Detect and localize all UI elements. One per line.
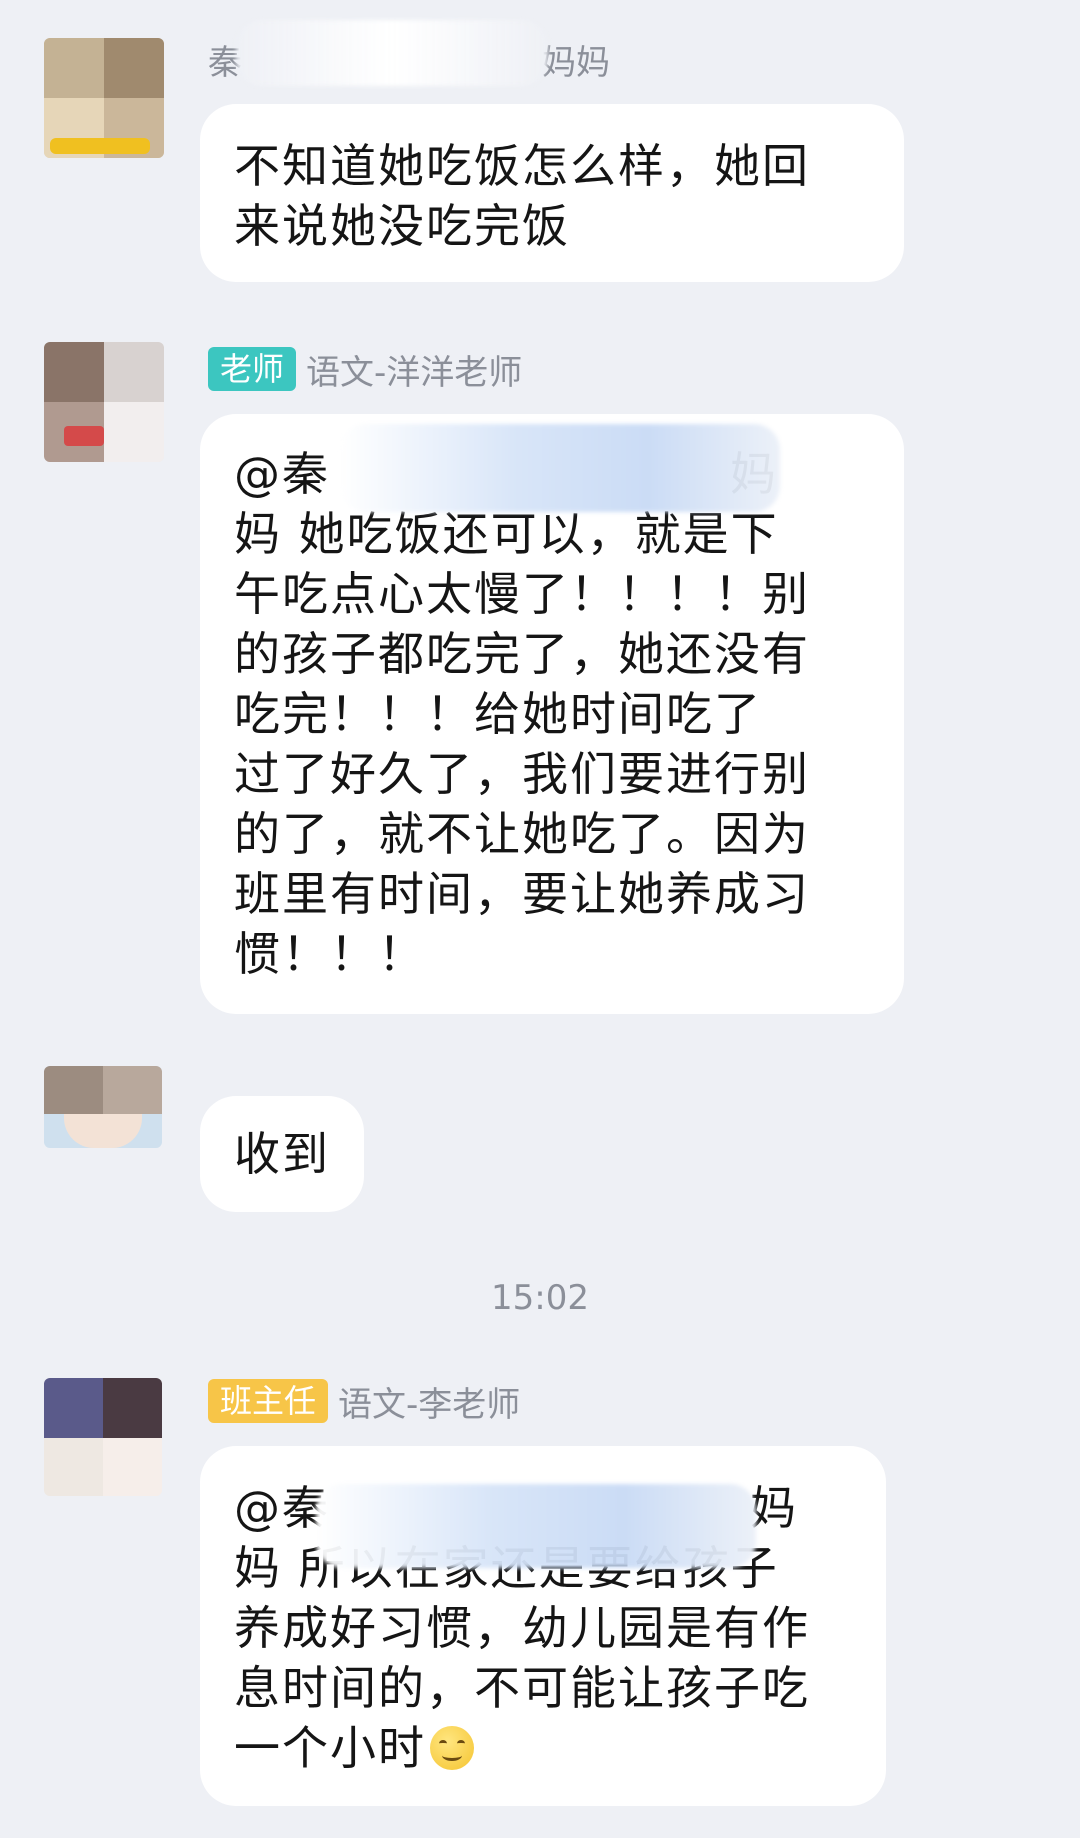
message-line: 的孩子都吃完了，她还没有 <box>234 627 810 681</box>
avatar[interactable] <box>44 1066 162 1148</box>
message-line: 班里有时间，要让她养成习 <box>234 867 810 921</box>
message-line: 息时间的，不可能让孩子吃 <box>234 1661 810 1715</box>
message-bubble[interactable]: 不知道她吃饭怎么样，她回 来说她没吃完饭 <box>200 104 904 282</box>
name-redaction <box>236 20 548 86</box>
message-line: 来说她没吃完饭 <box>234 199 570 253</box>
sender-name: 班主任 语文-李老师 <box>208 1378 521 1425</box>
sender-name-suffix: 妈妈 <box>542 42 610 83</box>
message-line-last: 一个小时 <box>234 1718 852 1778</box>
message-line: 惯！！！ <box>234 927 426 981</box>
message-line: 吃完！！！给她时间吃了 <box>234 687 762 741</box>
sender-name: 老师 语文-洋洋老师 <box>208 346 523 393</box>
message-line: 养成好习惯，幼儿园是有作 <box>234 1601 810 1655</box>
role-badge: 老师 <box>208 347 297 391</box>
message-line: 过了好久了，我们要进行别 <box>234 747 810 801</box>
sender-name-text: 语文-洋洋老师 <box>306 352 523 393</box>
message-line: 妈 她吃饭还可以，就是下 <box>234 507 779 561</box>
mention-suffix: 妈 <box>750 1481 798 1535</box>
avatar[interactable] <box>44 38 164 158</box>
mention-redaction <box>316 1484 756 1568</box>
message-line: 收到 <box>234 1127 330 1181</box>
mention-redaction <box>340 424 780 512</box>
mention-prefix: @秦 <box>234 447 330 501</box>
message-bubble[interactable]: 收到 <box>200 1096 364 1212</box>
role-badge: 班主任 <box>208 1379 329 1423</box>
timestamp: 15:02 <box>491 1278 589 1318</box>
avatar[interactable] <box>44 342 164 462</box>
sender-name-text: 语文-李老师 <box>338 1384 521 1425</box>
avatar[interactable] <box>44 1378 162 1496</box>
message-line-text: 一个小时 <box>234 1721 426 1775</box>
message-line: 的了，就不让她吃了。因为 <box>234 807 810 861</box>
message-line: 不知道她吃饭怎么样，她回 <box>234 139 810 193</box>
smiling-face-icon <box>430 1726 474 1770</box>
message-line: 午吃点心太慢了！！！！别 <box>234 567 810 621</box>
